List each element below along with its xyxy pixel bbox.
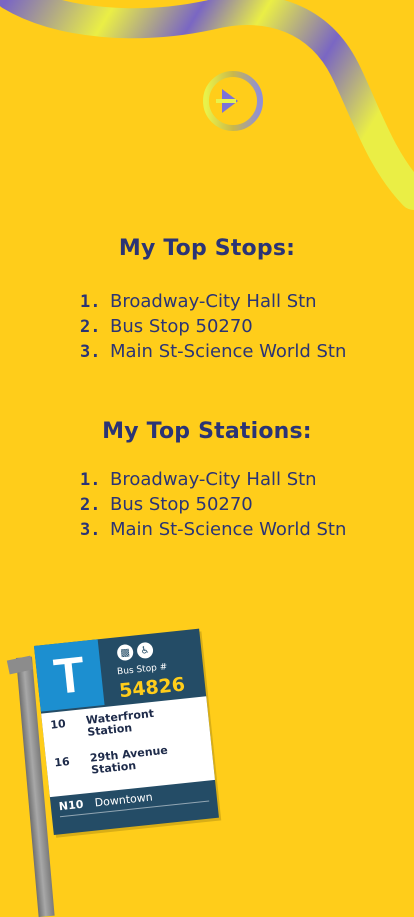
station-name: Broadway-City Hall Stn <box>110 469 317 490</box>
station-name: Main St-Science World Stn <box>110 519 347 540</box>
transit-logo: T <box>34 639 105 712</box>
list-item[interactable]: 2. Bus Stop 50270 <box>80 492 346 517</box>
route-number: 16 <box>53 754 71 770</box>
route-destination: Waterfront Station <box>85 706 155 739</box>
top-stations-section: My Top Stations: 1. Broadway-City Hall St… <box>0 419 414 540</box>
sign-route-row: 16 29th Avenue Station <box>46 740 214 781</box>
bus-stop-sign-illustration: T ▩ ♿ Bus Stop # 54826 10 Waterfront Sta… <box>0 628 230 917</box>
stop-name: Broadway-City Hall Stn <box>110 291 317 312</box>
rank-number: 2. <box>80 495 101 515</box>
sign-board: T ▩ ♿ Bus Stop # 54826 10 Waterfront Sta… <box>34 628 219 835</box>
rank-number: 2. <box>80 317 101 337</box>
top-stations-list: 1. Broadway-City Hall Stn 2. Bus Stop 5027… <box>80 467 346 542</box>
sign-stop-number: 54826 <box>118 673 187 703</box>
top-stops-title: My Top Stops: <box>118 236 296 261</box>
stop-name: Bus Stop 50270 <box>110 316 253 337</box>
list-item[interactable]: 3. Main St-Science World Stn <box>80 339 346 364</box>
station-name: Bus Stop 50270 <box>110 494 253 515</box>
list-item[interactable]: 3. Main St-Science World Stn <box>80 517 346 542</box>
app-logo-icon <box>203 71 263 131</box>
rank-number: 3. <box>80 520 101 540</box>
top-stops-list: 1. Broadway-City Hall Stn 2. Bus Stop 5027… <box>80 289 346 364</box>
list-item[interactable]: 2. Bus Stop 50270 <box>80 314 346 339</box>
night-route-number: N10 <box>58 797 85 814</box>
rank-number: 1. <box>80 470 101 490</box>
sign-icons: ▩ ♿ <box>116 641 154 662</box>
sign-routes: 10 Waterfront Station 16 29th Avenue Sta… <box>41 696 215 798</box>
top-stops-section: My Top Stops: 1. Broadway-City Hall Stn 2… <box>0 236 414 362</box>
rank-number: 3. <box>80 342 101 362</box>
top-stations-title: My Top Stations: <box>102 419 312 444</box>
route-number: 10 <box>49 717 67 732</box>
stop-name: Main St-Science World Stn <box>110 341 347 362</box>
route-destination: 29th Avenue Station <box>89 743 169 777</box>
rank-number: 1. <box>80 292 101 312</box>
wheelchair-icon: ♿ <box>136 641 154 660</box>
bus-icon: ▩ <box>116 643 134 662</box>
list-item[interactable]: 1. Broadway-City Hall Stn <box>80 467 346 492</box>
list-item[interactable]: 1. Broadway-City Hall Stn <box>80 289 346 314</box>
